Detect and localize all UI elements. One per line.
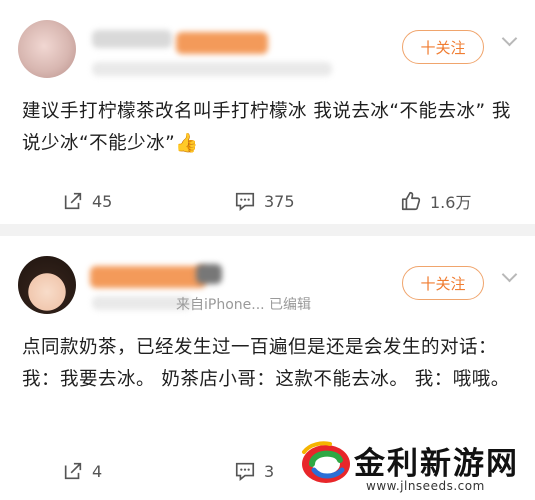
username-redacted bbox=[196, 264, 222, 284]
like-button[interactable]: 1.6万 bbox=[400, 189, 471, 213]
post-content: 建议手打柠檬茶改名叫手打柠檬冰 我说去冰“不能去冰” 我说少冰“不能少冰”👍 bbox=[22, 101, 511, 154]
repost-button[interactable]: 45 bbox=[62, 190, 112, 212]
follow-button[interactable]: 十关注 bbox=[402, 266, 484, 300]
brand-url: www.jlnseeds.com bbox=[366, 479, 485, 493]
like-icon bbox=[401, 191, 421, 211]
repost-count: 45 bbox=[92, 191, 113, 211]
username-redacted bbox=[90, 266, 206, 288]
post-separator bbox=[0, 224, 535, 236]
follow-label: 十关注 bbox=[420, 274, 466, 293]
brand-logo-icon bbox=[302, 441, 350, 483]
repost-button[interactable]: 4 bbox=[62, 460, 102, 482]
chevron-down-icon[interactable] bbox=[501, 266, 518, 283]
share-icon bbox=[64, 462, 82, 480]
repost-count: 4 bbox=[92, 461, 103, 481]
comment-count: 3 bbox=[264, 461, 275, 481]
avatar[interactable] bbox=[18, 20, 76, 78]
username-redacted bbox=[176, 32, 268, 54]
comment-button[interactable]: 375 bbox=[234, 190, 295, 212]
weibo-post-1: 十关注 建议手打柠檬茶改名叫手打柠檬冰 我说去冰“不能去冰” 我说少冰“不能少冰… bbox=[0, 0, 535, 224]
follow-label: 十关注 bbox=[420, 38, 466, 57]
username-redacted bbox=[92, 30, 172, 48]
chevron-down-icon[interactable] bbox=[501, 30, 518, 47]
avatar[interactable] bbox=[18, 256, 76, 314]
site-watermark: 金利新游网 www.jlnseeds.com bbox=[290, 432, 535, 500]
comment-count: 375 bbox=[264, 191, 295, 211]
follow-button[interactable]: 十关注 bbox=[402, 30, 484, 64]
comment-button[interactable]: 3 bbox=[234, 460, 274, 482]
post-meta-redacted bbox=[92, 62, 332, 76]
comment-icon bbox=[235, 192, 255, 211]
share-icon bbox=[64, 192, 82, 210]
comment-icon bbox=[235, 462, 255, 481]
brand-name: 金利新游网 bbox=[354, 446, 519, 482]
like-count: 1.6万 bbox=[430, 193, 472, 212]
post-meta: 来自iPhone... 已编辑 bbox=[176, 297, 312, 313]
post-content: 点同款奶茶，已经发生过一百遍但是还是会发生的对话： 我：我要去冰。 奶茶店小哥：… bbox=[22, 337, 510, 390]
